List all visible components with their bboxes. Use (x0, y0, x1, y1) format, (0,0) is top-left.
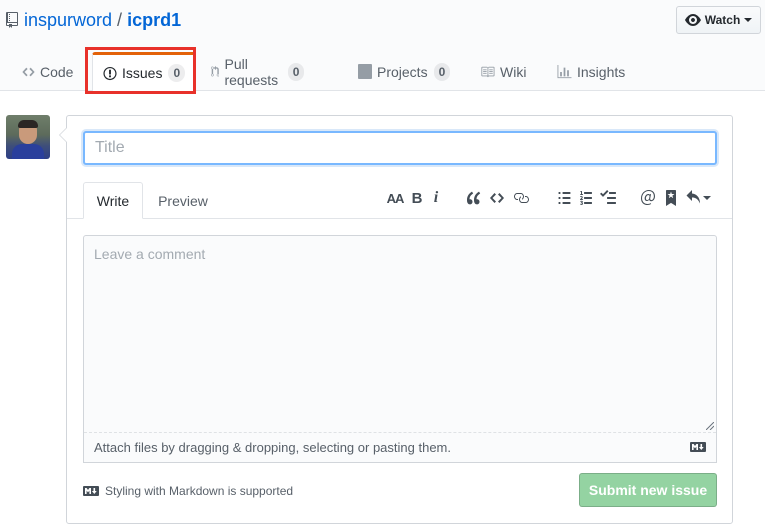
repo-title: inspurword / icprd1 (6, 8, 181, 32)
bookmark-icon-glyph (666, 190, 676, 206)
eye-icon (684, 14, 701, 26)
tab-insights-label: Insights (577, 63, 626, 80)
tab-insights[interactable]: Insights (557, 52, 625, 91)
tab-write[interactable]: Write (83, 182, 143, 219)
repo-separator: / (117, 9, 123, 30)
markdown-icon (83, 486, 99, 496)
issue-title-input[interactable] (83, 131, 717, 165)
submit-issue-button[interactable]: Submit new issue (579, 473, 717, 507)
list-unordered-icon-glyph (558, 192, 570, 204)
avatar-body (12, 144, 44, 159)
tab-code[interactable]: Code (22, 52, 73, 91)
tab-issues-label: Issues (122, 65, 163, 81)
list-ordered-icon-glyph (579, 191, 592, 205)
file-attach-bar[interactable]: Attach files by dragging & dropping, sel… (84, 432, 716, 462)
tab-wiki[interactable]: Wiki (480, 52, 526, 91)
mention-icon[interactable] (640, 188, 656, 208)
repo-name-link[interactable]: icprd1 (127, 10, 181, 31)
attach-files-text: Attach files by dragging & dropping, sel… (94, 440, 451, 455)
new-issue-form: Write Preview AA B i (59, 115, 733, 524)
project-icon (358, 64, 372, 79)
link-icon-glyph (514, 193, 529, 203)
link-icon[interactable] (512, 188, 530, 208)
reply-icon-glyph (686, 190, 700, 204)
tasklist-icon-glyph (600, 190, 616, 204)
comment-box: Attach files by dragging & dropping, sel… (83, 235, 717, 463)
avatar-hair (18, 120, 38, 128)
git-pull-request-icon (211, 65, 220, 77)
mention-icon-glyph (641, 190, 655, 205)
italic-icon[interactable]: i (431, 188, 441, 208)
code-icon-glyph (490, 193, 504, 203)
repo-owner-link[interactable]: inspurword (24, 10, 112, 31)
reply-icon[interactable] (684, 188, 712, 208)
list-ordered-icon[interactable] (578, 188, 594, 208)
resize-handle-icon[interactable] (706, 422, 714, 430)
tasklist-icon[interactable] (599, 188, 617, 208)
tab-issues[interactable]: Issues 0 (92, 52, 197, 92)
tab-code-label: Code (40, 63, 74, 80)
issue-opened-icon (103, 66, 117, 80)
tab-pull-requests[interactable]: Pull requests 0 (211, 52, 305, 91)
tab-projects-label: Projects (377, 63, 428, 80)
text-size-icon[interactable]: AA (386, 188, 405, 208)
book-icon (481, 66, 495, 77)
repo-icon (6, 12, 18, 28)
bold-icon[interactable]: B (411, 188, 423, 208)
code-icon (22, 67, 35, 76)
comment-textarea[interactable] (84, 236, 716, 434)
avatar[interactable] (6, 115, 50, 159)
issues-counter: 0 (168, 64, 186, 82)
markdown-note-text: Styling with Markdown is supported (105, 484, 294, 498)
quote-icon[interactable] (466, 188, 482, 208)
graph-icon (557, 64, 572, 78)
markdown-icon (690, 442, 706, 452)
chevron-down-icon (702, 196, 711, 200)
list-unordered-icon[interactable] (556, 188, 572, 208)
chevron-down-icon (744, 18, 753, 22)
pull-requests-counter: 0 (287, 62, 305, 81)
quote-icon-glyph (467, 191, 481, 205)
projects-counter: 0 (433, 62, 451, 81)
code-icon[interactable] (489, 188, 505, 208)
tab-pull-requests-label: Pull requests (224, 55, 279, 88)
watch-label: Watch (704, 13, 741, 27)
tab-wiki-label: Wiki (500, 63, 527, 80)
repo-header: inspurword / icprd1 Watch Code Issues 0 (0, 0, 765, 92)
markdown-note[interactable]: Styling with Markdown is supported (83, 482, 293, 500)
tab-projects[interactable]: Projects 0 (358, 52, 451, 91)
tab-preview[interactable]: Preview (147, 182, 219, 219)
bookmark-icon[interactable] (664, 188, 678, 208)
watch-button[interactable]: Watch (676, 6, 761, 34)
